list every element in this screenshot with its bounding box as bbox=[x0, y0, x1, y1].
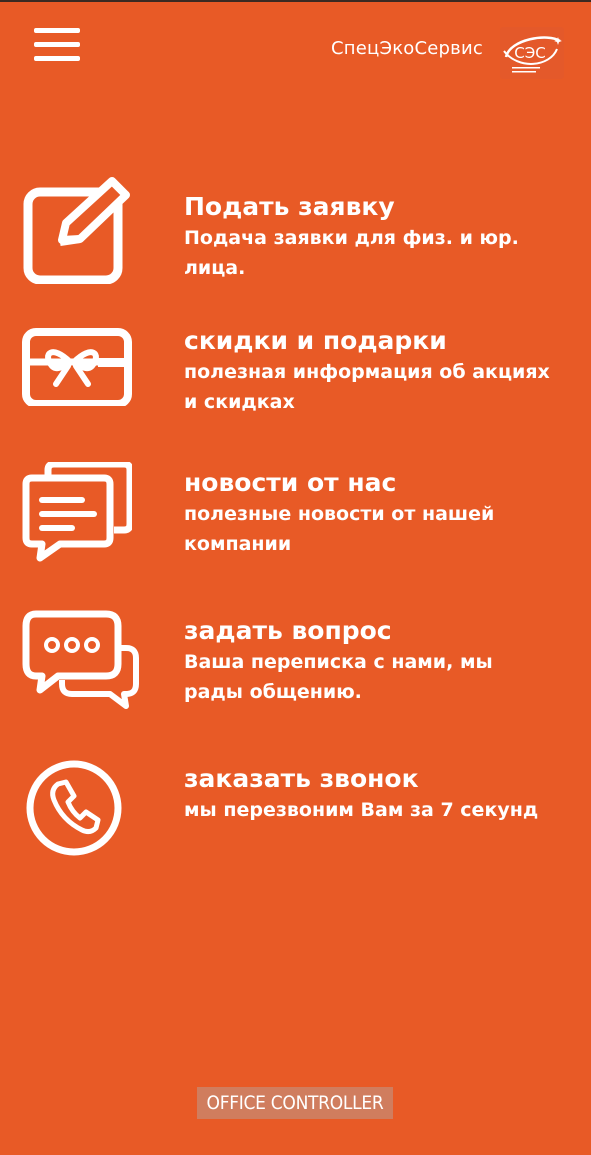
hamburger-menu-button[interactable] bbox=[34, 26, 82, 62]
menu-item-description: полезные новости от нашей компании bbox=[184, 503, 495, 555]
hamburger-bar bbox=[34, 56, 80, 61]
hamburger-bar bbox=[34, 42, 80, 47]
menu-item-description: полезная информация об акциях и скидках bbox=[184, 361, 550, 413]
menu-item-text: Подать заявку Подача заявки для физ. и ю… bbox=[184, 192, 564, 283]
menu-item-news[interactable]: новости от нас полезные новости от нашей… bbox=[0, 460, 591, 572]
menu-item-description: мы перезвоним Вам за 7 секунд bbox=[184, 799, 539, 821]
logo-icon: СЭС bbox=[503, 36, 562, 73]
menu-item-title: новости от нас bbox=[184, 468, 397, 497]
phone-call-icon bbox=[22, 758, 132, 868]
menu-item-text: новости от нас полезные новости от нашей… bbox=[184, 468, 564, 559]
menu-item-text: задать вопрос Ваша переписка с нами, мы … bbox=[184, 616, 564, 707]
menu-item-description: Ваша переписка с нами, мы рады общению. bbox=[184, 651, 493, 703]
brand-name: СпецЭкоСервис bbox=[331, 38, 483, 59]
menu-item-title: Подать заявку bbox=[184, 192, 395, 221]
menu-item-title: заказать звонок bbox=[184, 764, 419, 793]
news-messages-icon bbox=[22, 460, 134, 572]
menu-item-ask-question[interactable]: задать вопрос Ваша переписка с нами, мы … bbox=[0, 610, 591, 720]
menu-item-text: скидки и подарки полезная информация об … bbox=[184, 326, 564, 417]
menu-item-request-call[interactable]: заказать звонок мы перезвоним Вам за 7 с… bbox=[0, 758, 591, 868]
company-logo: СЭС bbox=[500, 27, 564, 79]
hamburger-bar bbox=[34, 28, 80, 33]
menu-item-description: Подача заявки для физ. и юр. лица. bbox=[184, 227, 519, 279]
gift-card-icon bbox=[22, 326, 132, 436]
menu-item-title: задать вопрос bbox=[184, 616, 392, 645]
app-header: СпецЭкоСервис СЭС bbox=[0, 0, 591, 100]
chat-bubbles-icon bbox=[22, 610, 139, 720]
menu-item-text: заказать звонок мы перезвоним Вам за 7 с… bbox=[184, 764, 564, 825]
svg-text:СЭС: СЭС bbox=[514, 44, 545, 62]
office-controller-badge: OFFICE CONTROLLER bbox=[197, 1087, 393, 1119]
edit-form-icon bbox=[22, 174, 132, 285]
menu-item-submit-request[interactable]: Подать заявку Подача заявки для физ. и ю… bbox=[0, 174, 591, 294]
menu-item-title: скидки и подарки bbox=[184, 326, 447, 355]
menu-item-discounts[interactable]: скидки и подарки полезная информация об … bbox=[0, 324, 591, 424]
